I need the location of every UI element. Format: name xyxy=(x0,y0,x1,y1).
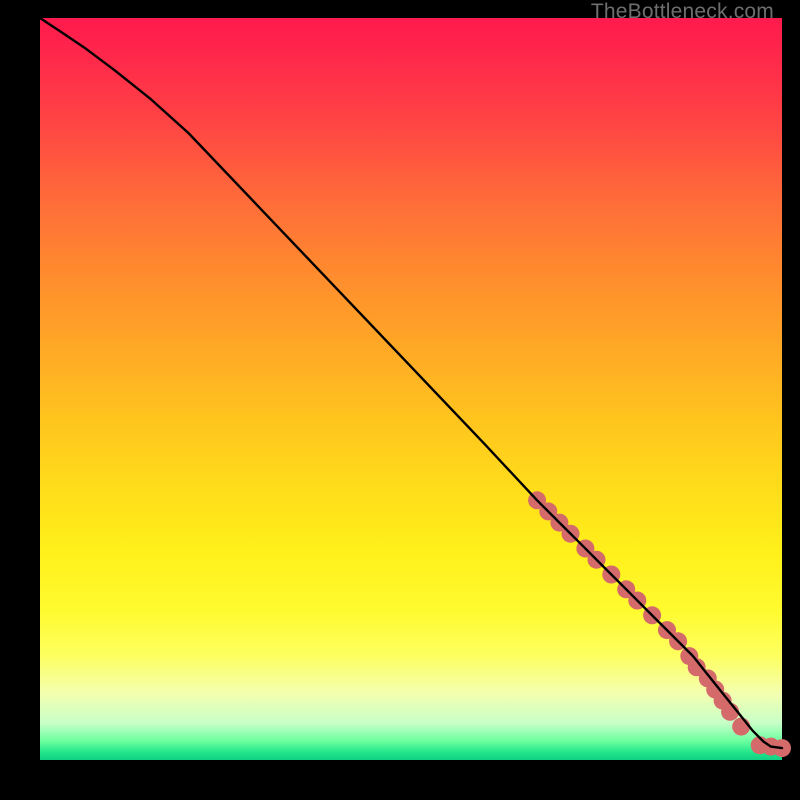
chart-svg xyxy=(40,18,782,760)
plot-area xyxy=(40,18,782,760)
marker-dot xyxy=(732,718,750,736)
chart-frame: TheBottleneck.com xyxy=(0,0,800,800)
